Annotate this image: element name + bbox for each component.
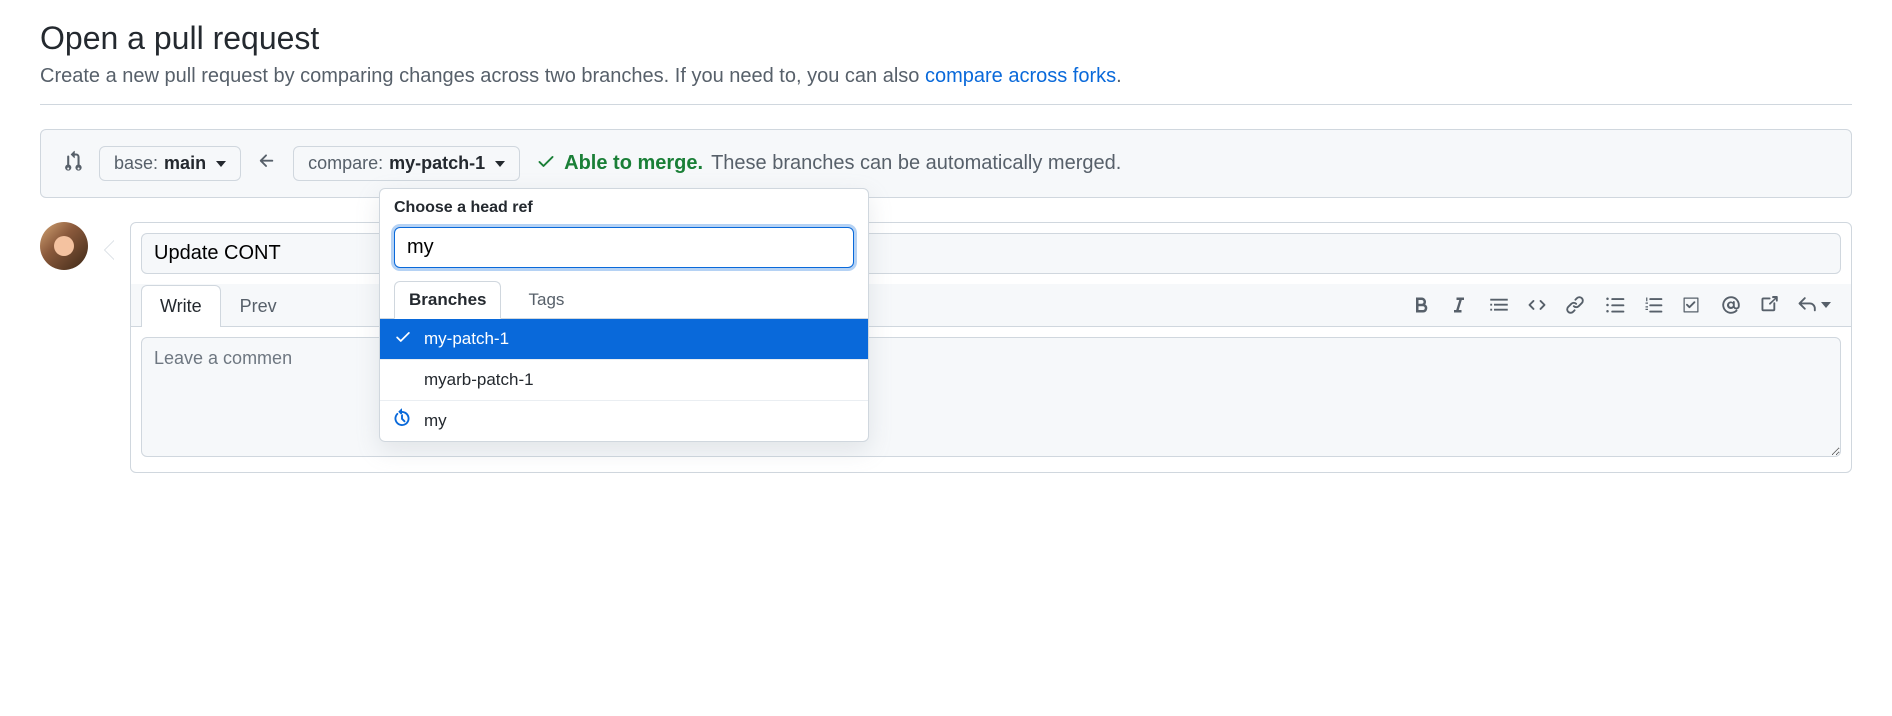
git-compare-icon — [61, 150, 83, 177]
branch-item-label: myarb-patch-1 — [424, 370, 534, 389]
tab-write[interactable]: Write — [141, 285, 221, 327]
tab-branches[interactable]: Branches — [394, 281, 501, 319]
tasklist-icon[interactable] — [1681, 295, 1701, 315]
dropdown-list: my-patch-1 myarb-patch-1 my — [380, 319, 868, 441]
mention-icon[interactable] — [1721, 295, 1741, 315]
quote-icon[interactable] — [1489, 295, 1509, 315]
divider — [40, 104, 1852, 105]
merge-detail-text: These branches can be automatically merg… — [711, 152, 1121, 175]
compare-branch-button[interactable]: compare: my-patch-1 — [293, 146, 520, 181]
cross-reference-icon[interactable] — [1759, 295, 1779, 315]
subtitle-text: Create a new pull request by comparing c… — [40, 65, 925, 87]
head-ref-dropdown: Choose a head ref Branches Tags my-patch… — [379, 188, 869, 442]
branch-item-history[interactable]: my — [380, 401, 868, 441]
dropdown-tabs: Branches Tags — [380, 280, 868, 319]
link-icon[interactable] — [1565, 295, 1585, 315]
branch-item-label: my — [424, 411, 447, 430]
bold-icon[interactable] — [1411, 295, 1431, 315]
md-toolbar — [1401, 287, 1841, 323]
check-icon — [394, 328, 412, 351]
branch-item[interactable]: myarb-patch-1 — [380, 360, 868, 401]
ordered-list-icon[interactable] — [1643, 295, 1663, 315]
unordered-list-icon[interactable] — [1605, 295, 1625, 315]
base-branch-button[interactable]: base: main — [99, 146, 241, 181]
tab-preview[interactable]: Prev — [221, 285, 296, 327]
code-icon[interactable] — [1527, 295, 1547, 315]
history-icon — [392, 409, 412, 434]
branch-search-input[interactable] — [394, 227, 854, 268]
reply-icon[interactable] — [1797, 295, 1831, 315]
timeline-caret — [104, 240, 114, 260]
italic-icon[interactable] — [1449, 295, 1469, 315]
arrow-left-icon — [257, 151, 277, 176]
branch-item-label: my-patch-1 — [424, 329, 509, 348]
compare-forks-link[interactable]: compare across forks — [925, 65, 1116, 87]
compare-bar: base: main compare: my-patch-1 Able to m… — [40, 129, 1852, 198]
check-icon — [536, 151, 556, 177]
page-subtitle: Create a new pull request by comparing c… — [40, 65, 1852, 88]
base-label: base: — [114, 153, 158, 174]
branch-item[interactable]: my-patch-1 — [380, 319, 868, 360]
caret-down-icon — [216, 161, 226, 167]
base-value: main — [164, 153, 206, 174]
page-title: Open a pull request — [40, 20, 1852, 57]
avatar[interactable] — [40, 222, 88, 270]
dropdown-header: Choose a head ref — [380, 189, 868, 227]
compare-label: compare: — [308, 153, 383, 174]
caret-down-icon — [495, 161, 505, 167]
tab-tags[interactable]: Tags — [513, 281, 579, 319]
write-tabs: Write Prev — [141, 284, 296, 326]
merge-status: Able to merge. These branches can be aut… — [536, 151, 1121, 177]
subtitle-suffix: . — [1116, 65, 1122, 87]
dropdown-search-wrap — [380, 227, 868, 280]
compare-value: my-patch-1 — [389, 153, 485, 174]
caret-down-icon — [1821, 302, 1831, 308]
merge-able-text: Able to merge. — [564, 152, 703, 175]
pr-body: Write Prev — [40, 222, 1852, 473]
